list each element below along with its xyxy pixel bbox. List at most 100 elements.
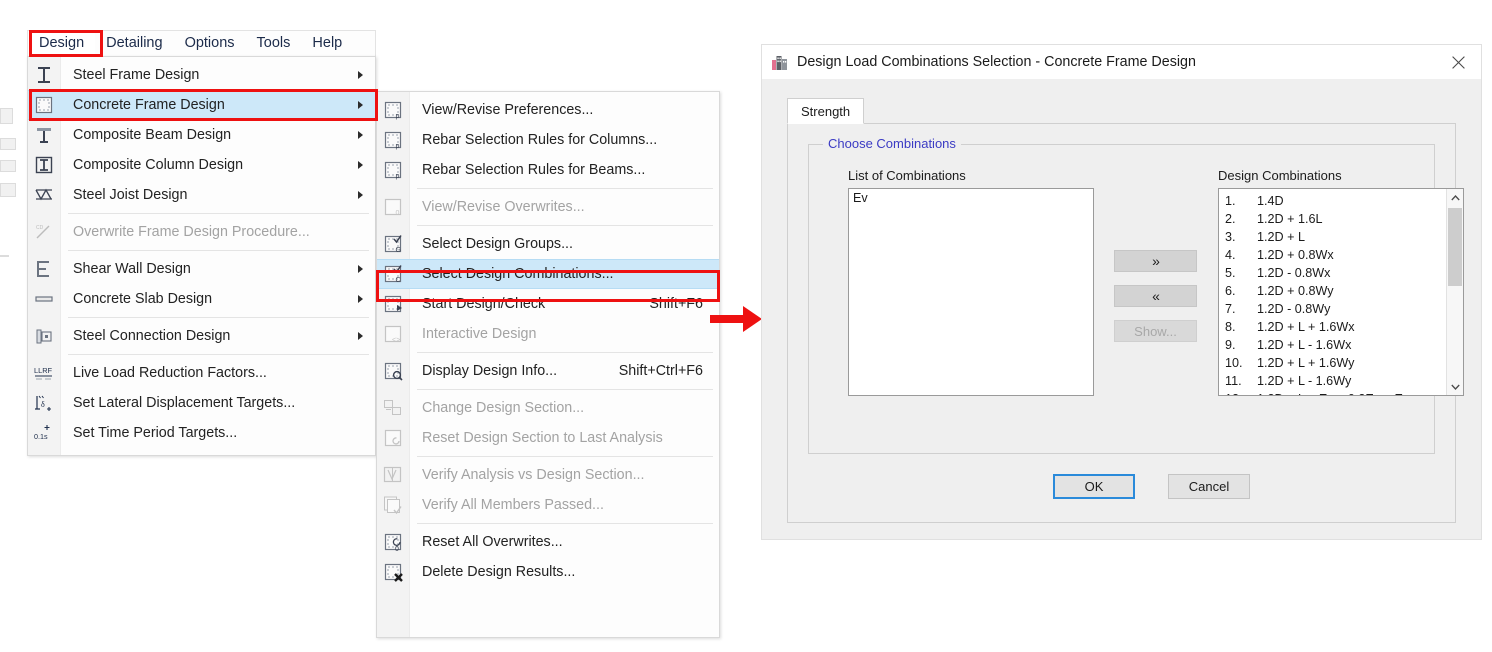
menu-item-change-design-section[interactable]: Change Design Section...	[377, 393, 719, 423]
verify-analysis-icon	[381, 464, 405, 486]
menu-item-reset-all-overwrites[interactable]: 0Reset All Overwrites...	[377, 527, 719, 557]
overwrite-frame-design-procedure-icon: CD	[32, 221, 56, 243]
menu-item-label: Steel Connection Design	[61, 328, 375, 344]
menu-item-composite-column-design[interactable]: Composite Column Design	[28, 150, 375, 180]
show-combination-button[interactable]: Show...	[1114, 320, 1197, 342]
rebar-columns-icon: p	[381, 129, 405, 151]
list-item[interactable]: 2.1.2D + 1.6L	[1219, 210, 1445, 228]
list-item[interactable]: 12.1.2D + L + Ex + 0.3Ey + Ev	[1219, 390, 1445, 396]
list-item[interactable]: 11.1.2D + L - 1.6Wy	[1219, 372, 1445, 390]
menu-item-label: Interactive Design	[410, 326, 719, 342]
menu-separator	[68, 213, 369, 214]
menu-item-label: Shear Wall Design	[61, 261, 375, 277]
ok-button[interactable]: OK	[1053, 474, 1135, 499]
dialog-title: Design Load Combinations Selection - Con…	[797, 54, 1196, 70]
menu-item-steel-connection-design[interactable]: Steel Connection Design	[28, 321, 375, 351]
menu-separator	[68, 317, 369, 318]
svg-text:p: p	[396, 173, 400, 180]
menu-separator	[417, 523, 713, 524]
tabstrip: Strength	[787, 98, 1456, 124]
design-menu: Steel Frame DesignConcrete Frame DesignC…	[27, 56, 376, 456]
combination-number: 8.	[1225, 318, 1257, 336]
menubar-item-tools[interactable]: Tools	[246, 31, 302, 56]
close-icon[interactable]	[1435, 45, 1481, 79]
menu-item-rebar-selection-rules-for-columns[interactable]: p Rebar Selection Rules for Columns...	[377, 125, 719, 155]
menu-item-verify-all-members-passed[interactable]: Verify All Members Passed...	[377, 490, 719, 520]
menu-item-concrete-slab-design[interactable]: Concrete Slab Design	[28, 284, 375, 314]
list-item[interactable]: 1.1.4D	[1219, 192, 1445, 210]
menubar-item-help[interactable]: Help	[301, 31, 353, 56]
add-combination-button[interactable]: »	[1114, 250, 1197, 272]
chevron-right-icon	[358, 191, 363, 199]
list-item[interactable]: 6.1.2D + 0.8Wy	[1219, 282, 1445, 300]
menu-item-overwrite-frame-design-procedure[interactable]: CDOverwrite Frame Design Procedure...	[28, 217, 375, 247]
list-item[interactable]: 7.1.2D - 0.8Wy	[1219, 300, 1445, 318]
menu-item-reset-design-section-to-last-analysis[interactable]: Reset Design Section to Last Analysis	[377, 423, 719, 453]
menu-item-display-design-info[interactable]: Display Design Info...Shift+Ctrl+F6	[377, 356, 719, 386]
remove-combination-label: «	[1152, 288, 1159, 304]
ok-button-label: OK	[1085, 479, 1104, 494]
menubar-item-detailing[interactable]: Detailing	[95, 31, 173, 56]
menu-item-steel-joist-design[interactable]: Steel Joist Design	[28, 180, 375, 210]
list-item[interactable]: 5.1.2D - 0.8Wx	[1219, 264, 1445, 282]
tab-strength[interactable]: Strength	[787, 98, 864, 124]
remove-combination-button[interactable]: «	[1114, 285, 1197, 307]
combination-number: 11.	[1225, 372, 1257, 390]
combination-expression: 1.4D	[1257, 192, 1284, 210]
menu-item-select-design-combinations[interactable]: CSelect Design Combinations...	[377, 259, 719, 289]
dialog-body: Strength Choose Combinations List of Com…	[762, 79, 1481, 539]
menu-item-start-design-check[interactable]: Start Design/CheckShift+F6	[377, 289, 719, 319]
show-combination-label: Show...	[1134, 324, 1177, 339]
scroll-up-icon[interactable]	[1447, 189, 1463, 206]
menu-item-shear-wall-design[interactable]: Shear Wall Design	[28, 254, 375, 284]
app-logo-icon	[771, 53, 789, 71]
chevron-right-icon	[358, 332, 363, 340]
list-item[interactable]: 9.1.2D + L - 1.6Wx	[1219, 336, 1445, 354]
menubar-item-options[interactable]: Options	[174, 31, 246, 56]
menu-item-label: Rebar Selection Rules for Columns...	[410, 132, 719, 148]
chevron-right-icon	[358, 101, 363, 109]
svg-text:0: 0	[395, 546, 399, 552]
cancel-button[interactable]: Cancel	[1168, 474, 1250, 499]
menu-item-set-lateral-displacement-targets[interactable]: δSet Lateral Displacement Targets...	[28, 388, 375, 418]
menu-item-label: Change Design Section...	[410, 400, 719, 416]
menu-item-view-revise-overwrites[interactable]: 0View/Revise Overwrites...	[377, 192, 719, 222]
menu-item-rebar-selection-rules-for-beams[interactable]: pRebar Selection Rules for Beams...	[377, 155, 719, 185]
chevron-right-icon	[358, 295, 363, 303]
design-combinations-scrollbar[interactable]	[1446, 189, 1463, 395]
concrete-frame-design-icon	[32, 94, 56, 116]
menu-item-accelerator: Shift+Ctrl+F6	[619, 363, 719, 379]
background-sliver-2	[0, 138, 16, 150]
list-item[interactable]: 4.1.2D + 0.8Wx	[1219, 246, 1445, 264]
design-load-combinations-dialog: Design Load Combinations Selection - Con…	[761, 44, 1482, 540]
combination-number: 6.	[1225, 282, 1257, 300]
delete-design-results-icon	[381, 561, 405, 583]
scrollbar-thumb[interactable]	[1448, 208, 1462, 286]
list-of-combinations-listbox[interactable]: Ev	[848, 188, 1094, 396]
menu-item-verify-analysis-vs-design-section[interactable]: Verify Analysis vs Design Section...	[377, 460, 719, 490]
dialog-titlebar: Design Load Combinations Selection - Con…	[762, 45, 1481, 79]
red-flow-arrow	[710, 300, 766, 338]
design-combinations-listbox[interactable]: 1.1.4D2.1.2D + 1.6L3.1.2D + L4.1.2D + 0.…	[1218, 188, 1464, 396]
menu-item-set-time-period-targets[interactable]: 0.1sSet Time Period Targets...	[28, 418, 375, 448]
menu-item-label: View/Revise Overwrites...	[410, 199, 719, 215]
svg-text:δ: δ	[41, 400, 45, 409]
list-item[interactable]: 10.1.2D + L + 1.6Wy	[1219, 354, 1445, 372]
list-item[interactable]: 3.1.2D + L	[1219, 228, 1445, 246]
menu-item-delete-design-results[interactable]: Delete Design Results...	[377, 557, 719, 587]
combination-number: 5.	[1225, 264, 1257, 282]
menu-item-label: Set Time Period Targets...	[61, 425, 375, 441]
scroll-down-icon[interactable]	[1447, 378, 1463, 395]
menu-item-select-design-groups[interactable]: GSelect Design Groups...	[377, 229, 719, 259]
svg-text:<>: <>	[392, 337, 400, 344]
groupbox-title: Choose Combinations	[823, 136, 961, 151]
menu-item-interactive-design[interactable]: <> Interactive Design	[377, 319, 719, 349]
menu-item-view-revise-preferences[interactable]: pView/Revise Preferences...	[377, 95, 719, 125]
list-item[interactable]: 8.1.2D + L + 1.6Wx	[1219, 318, 1445, 336]
menu-item-steel-frame-design[interactable]: Steel Frame Design	[28, 60, 375, 90]
menubar-item-design[interactable]: Design	[28, 31, 95, 56]
menu-item-concrete-frame-design[interactable]: Concrete Frame Design	[28, 90, 375, 120]
menu-item-composite-beam-design[interactable]: Composite Beam Design	[28, 120, 375, 150]
list-item[interactable]: Ev	[849, 189, 1093, 206]
menu-item-live-load-reduction-factors[interactable]: LLRFLive Load Reduction Factors...	[28, 358, 375, 388]
